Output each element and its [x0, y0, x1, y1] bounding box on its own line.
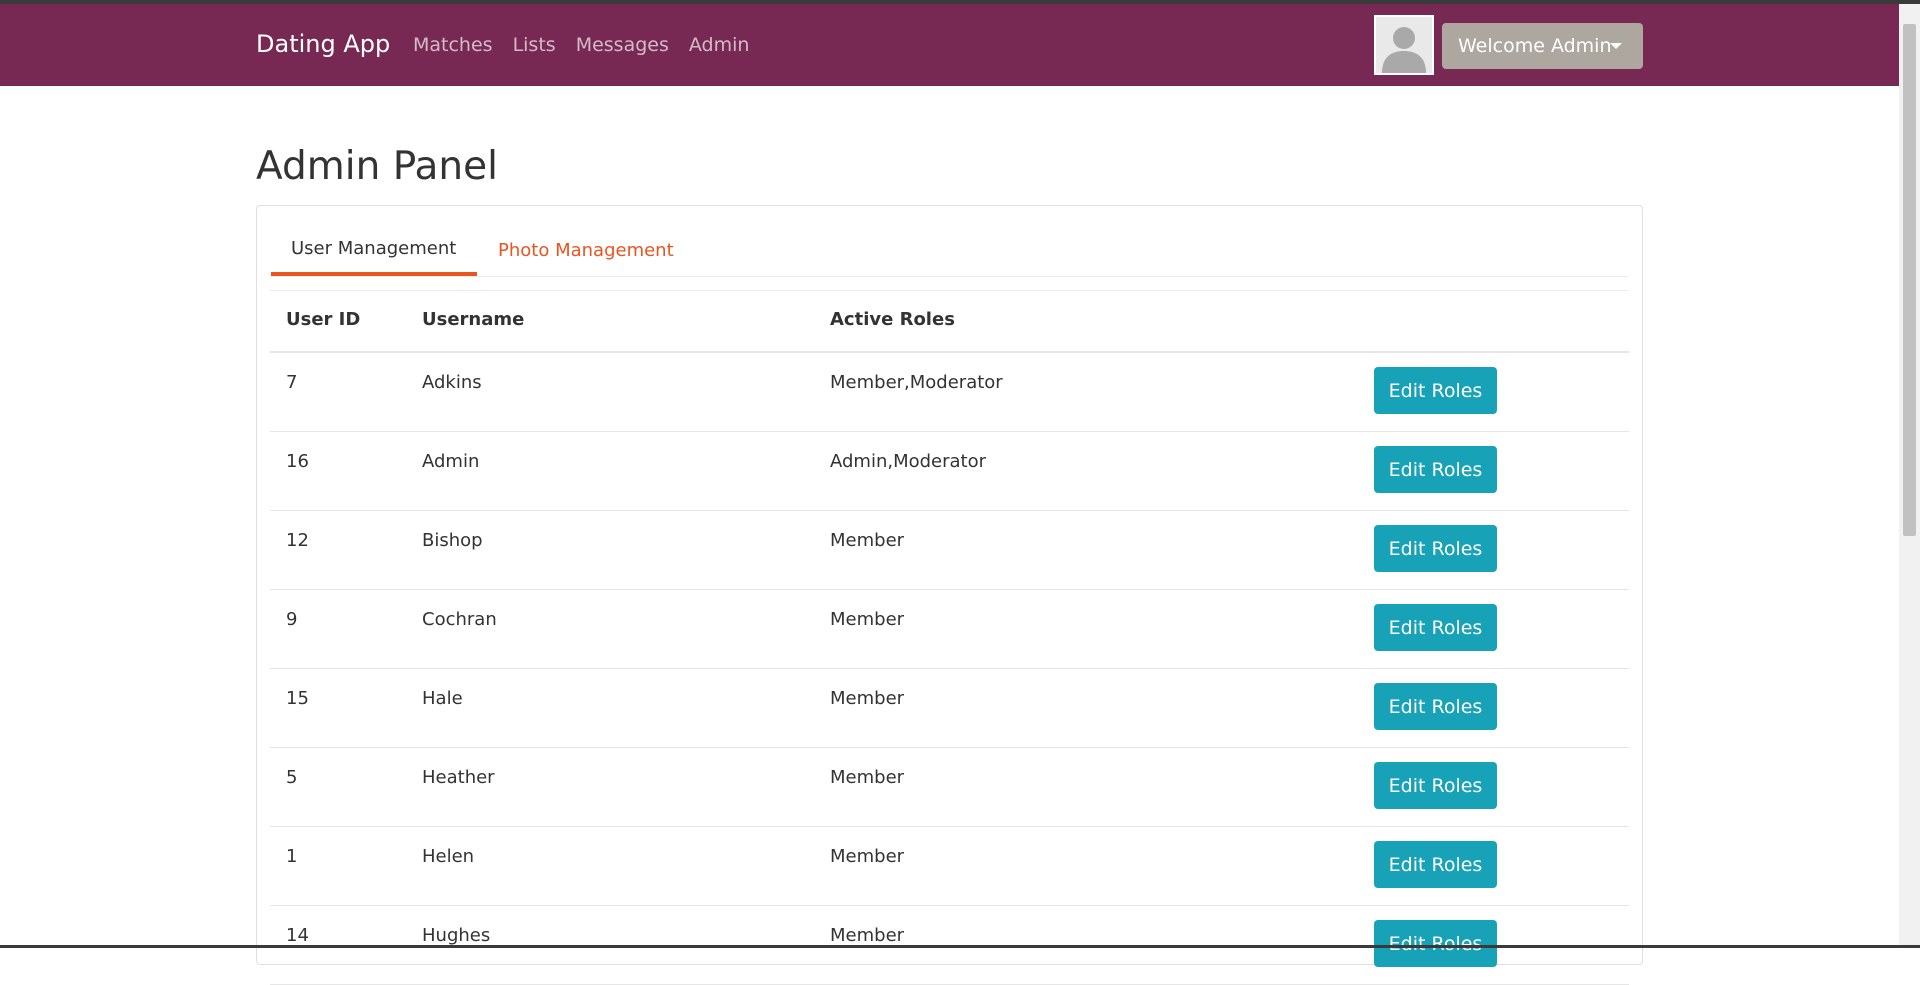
- table-row: 16 Admin Admin,Moderator Edit Roles: [270, 432, 1629, 511]
- cell-username: Adkins: [422, 372, 482, 393]
- edit-roles-button[interactable]: Edit Roles: [1374, 683, 1497, 730]
- nav-link-lists[interactable]: Lists: [513, 34, 556, 56]
- cell-username: Hale: [422, 688, 463, 709]
- cell-username: Helen: [422, 846, 475, 867]
- cell-username: Bishop: [422, 530, 483, 551]
- cell-active-roles: Member,Moderator: [830, 372, 1003, 393]
- tab-user-management[interactable]: User Management: [291, 238, 456, 259]
- column-header-username: Username: [422, 309, 525, 330]
- cell-active-roles: Member: [830, 530, 905, 551]
- cell-user-id: 16: [286, 451, 309, 472]
- page-scrollbar[interactable]: [1899, 4, 1920, 948]
- cell-active-roles: Member: [830, 846, 905, 867]
- tab-bar: User Management Photo Management: [270, 226, 1629, 277]
- edit-roles-button[interactable]: Edit Roles: [1374, 841, 1497, 888]
- edit-roles-button[interactable]: Edit Roles: [1374, 525, 1497, 572]
- page-title: Admin Panel: [256, 144, 498, 189]
- cell-active-roles: Member: [830, 767, 905, 788]
- cell-user-id: 14: [286, 925, 309, 946]
- edit-roles-button[interactable]: Edit Roles: [1374, 604, 1497, 651]
- cell-active-roles: Member: [830, 925, 905, 946]
- column-header-active-roles: Active Roles: [830, 309, 955, 330]
- table-top-border: [270, 290, 1629, 291]
- cell-active-roles: Member: [830, 688, 905, 709]
- cell-username: Heather: [422, 767, 495, 788]
- nav-link-matches[interactable]: Matches: [413, 34, 493, 56]
- table-row: 7 Adkins Member,Moderator Edit Roles: [270, 353, 1629, 432]
- user-menu-label: Welcome Admin: [1458, 35, 1612, 57]
- table-row: 5 Heather Member Edit Roles: [270, 748, 1629, 827]
- cell-user-id: 15: [286, 688, 309, 709]
- cell-user-id: 9: [286, 609, 298, 630]
- table-row: 12 Bishop Member Edit Roles: [270, 511, 1629, 590]
- user-menu-dropdown[interactable]: Welcome Admin: [1442, 23, 1643, 69]
- user-avatar-icon: [1374, 15, 1434, 75]
- cell-user-id: 1: [286, 846, 298, 867]
- cell-username: Admin: [422, 451, 480, 472]
- active-tab-indicator: [271, 272, 477, 276]
- table-row: 15 Hale Member Edit Roles: [270, 669, 1629, 748]
- edit-roles-button[interactable]: Edit Roles: [1374, 446, 1497, 493]
- cell-username: Hughes: [422, 925, 491, 946]
- edit-roles-button[interactable]: Edit Roles: [1374, 762, 1497, 809]
- nav-link-messages[interactable]: Messages: [576, 34, 669, 56]
- cell-username: Cochran: [422, 609, 497, 630]
- nav-links: Matches Lists Messages Admin: [413, 34, 749, 56]
- cell-active-roles: Member: [830, 609, 905, 630]
- edit-roles-button[interactable]: Edit Roles: [1374, 367, 1497, 414]
- caret-down-icon: [1610, 43, 1622, 49]
- tab-photo-management[interactable]: Photo Management: [498, 240, 674, 261]
- scrollbar-thumb[interactable]: [1903, 24, 1916, 536]
- edit-roles-button[interactable]: Edit Roles: [1374, 920, 1497, 967]
- column-header-user-id: User ID: [286, 309, 361, 330]
- table-row: 9 Cochran Member Edit Roles: [270, 590, 1629, 669]
- admin-panel: User Management Photo Management User ID…: [256, 205, 1643, 985]
- nav-link-admin[interactable]: Admin: [689, 34, 750, 56]
- cell-active-roles: Admin,Moderator: [830, 451, 987, 472]
- brand-link[interactable]: Dating App: [256, 30, 390, 58]
- cell-user-id: 5: [286, 767, 298, 788]
- cell-user-id: 7: [286, 372, 298, 393]
- table-row: 1 Helen Member Edit Roles: [270, 827, 1629, 906]
- cell-user-id: 12: [286, 530, 309, 551]
- navbar: Dating App Matches Lists Messages Admin …: [0, 4, 1899, 86]
